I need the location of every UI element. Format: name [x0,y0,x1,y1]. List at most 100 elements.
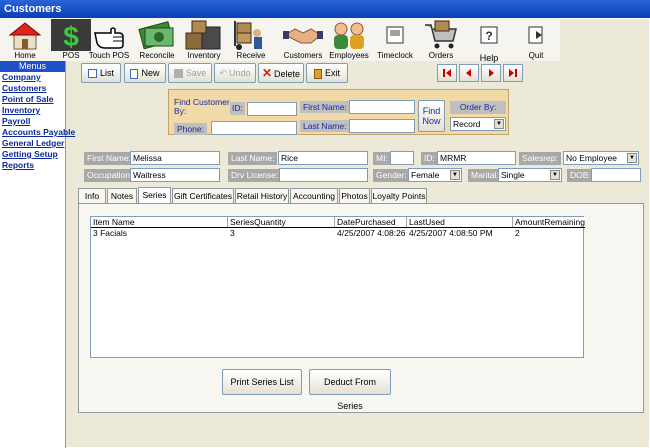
find-id-input[interactable] [247,102,297,116]
delete-button[interactable]: ✕ Delete [258,63,304,83]
window-title: Customers [0,0,650,18]
tab-photos[interactable]: Photos [339,188,370,204]
handshake-icon [283,28,323,44]
column-header-series-quantity[interactable]: SeriesQuantity [228,217,335,227]
floppy-disk-icon [173,69,183,79]
column-header-last-used[interactable]: LastUsed [407,217,513,227]
sidebar-header: Menus [0,61,65,72]
toolbar-orders-button[interactable]: Orders [418,18,464,61]
exit-door-icon [313,68,322,79]
gender-label: Gender: [373,169,410,182]
occupation-input[interactable]: Waitress [130,168,220,182]
tab-info[interactable]: Info [78,188,106,204]
order-by-select[interactable]: Record ▼ [450,117,506,131]
exit-button[interactable]: Exit [306,63,348,83]
exit-door-icon [528,26,543,44]
find-first-name-label: First Name: [300,101,350,113]
tab-retail-history[interactable]: Retail History [235,188,289,204]
save-button[interactable]: Save [168,63,212,83]
find-customer-label: Find Customer By: [174,97,230,116]
id-input[interactable]: MRMR [437,151,516,165]
sidebar-item-reports[interactable]: Reports [0,160,65,171]
find-now-button[interactable]: Find Now [418,100,445,132]
salesrep-select[interactable]: No Employee ▼ [563,151,639,165]
svg-text:$: $ [63,21,79,51]
column-header-amount-remaining[interactable]: AmountRemaining [513,217,585,227]
tab-series[interactable]: Series [138,187,171,204]
hand-truck-icon [234,21,262,50]
last-record-button[interactable] [503,64,523,82]
sidebar-item-point-of-sale[interactable]: Point of Sale [0,94,65,105]
previous-record-button[interactable] [459,64,479,82]
undo-button[interactable]: ↶ Undo [214,63,256,83]
toolbar-quit-button[interactable]: Quit [513,18,559,61]
tab-notes[interactable]: Notes [107,188,137,204]
next-record-button[interactable] [481,64,501,82]
chevron-down-icon: ▼ [627,153,637,163]
sidebar-item-payroll[interactable]: Payroll [0,116,65,127]
first-name-input[interactable]: Melissa [130,151,220,165]
gender-select[interactable]: Female ▼ [408,168,462,182]
chevron-down-icon: ▼ [450,170,460,180]
chevron-down-icon: ▼ [550,170,560,180]
people-icon [334,22,364,49]
cell-last-used: 4/25/2007 4:08:50 PM [409,228,493,238]
next-record-icon [489,69,494,77]
cell-item-name: 3 Facials [93,228,128,238]
mi-label: MI: [373,152,391,165]
tab-gift-certificates[interactable]: Gift Certificates [172,188,234,204]
sidebar-item-general-ledger[interactable]: General Ledger [0,138,65,149]
marital-label: Marital: [468,169,502,182]
find-last-name-input[interactable] [349,119,415,133]
find-first-name-input[interactable] [349,100,415,114]
timeclock-icon [386,26,404,44]
dob-label: DOB: [567,169,594,182]
sidebar-menu: Menus Company Customers Point of Sale In… [0,61,75,448]
toolbar-inventory-button[interactable]: Inventory [181,18,227,61]
salesrep-label: Salesrep: [519,152,561,165]
find-phone-label: Phone: [174,123,207,135]
find-phone-input[interactable] [211,121,297,135]
marital-select[interactable]: Single ▼ [498,168,562,182]
drv-license-input[interactable] [279,168,368,182]
toolbar-receive-button[interactable]: Receive [228,18,274,61]
cell-amount-remaining: 2 [515,228,520,238]
column-header-date-purchased[interactable]: DatePurchased [335,217,407,227]
toolbar-help-button[interactable]: ? Help [466,18,512,63]
order-by-label: Order By: [450,101,506,114]
last-name-input[interactable]: Rice [278,151,368,165]
svg-text:?: ? [485,29,492,43]
cell-series-quantity: 3 [230,228,235,238]
column-header-item-name[interactable]: Item Name [91,217,228,227]
toolbar-touch-pos-button[interactable]: Touch POS [86,18,132,61]
deduct-from-series-button[interactable]: Deduct From Series [309,369,391,411]
dollar-sign-icon: $ [51,19,91,51]
help-icon: ? [480,26,498,44]
print-series-list-button[interactable]: Print Series List [222,369,302,395]
drv-license-label: Drv License: [228,169,282,182]
list-icon [87,69,97,79]
new-button[interactable]: New [124,63,166,83]
cart-icon [425,20,457,49]
sidebar-item-company[interactable]: Company [0,72,65,83]
find-last-name-label: Last Name: [300,120,350,132]
red-x-icon: ✕ [261,66,273,80]
house-icon [8,22,42,50]
main-toolbar: Home $ POS Touch POS Reconcile Inventory [0,18,560,63]
pointing-hand-icon [94,27,124,49]
sidebar-item-inventory[interactable]: Inventory [0,105,65,116]
sidebar-item-getting-setup[interactable]: Getting Setup [0,149,65,160]
tab-accounting[interactable]: Accounting [290,188,338,204]
dob-input[interactable] [591,168,641,182]
boxes-icon [185,20,221,50]
series-table[interactable]: Item Name SeriesQuantity DatePurchased L… [90,216,585,358]
tab-loyalty-points[interactable]: Loyalty Points [371,188,427,204]
toolbar-reconcile-button[interactable]: Reconcile [134,18,180,61]
list-button[interactable]: List [81,63,121,83]
sidebar-item-customers[interactable]: Customers [0,83,65,94]
previous-record-icon [466,69,471,77]
cash-icon [138,21,174,50]
sidebar-item-accounts-payable[interactable]: Accounts Payable [0,127,75,138]
mi-input[interactable] [390,151,414,165]
first-record-button[interactable] [437,64,457,82]
